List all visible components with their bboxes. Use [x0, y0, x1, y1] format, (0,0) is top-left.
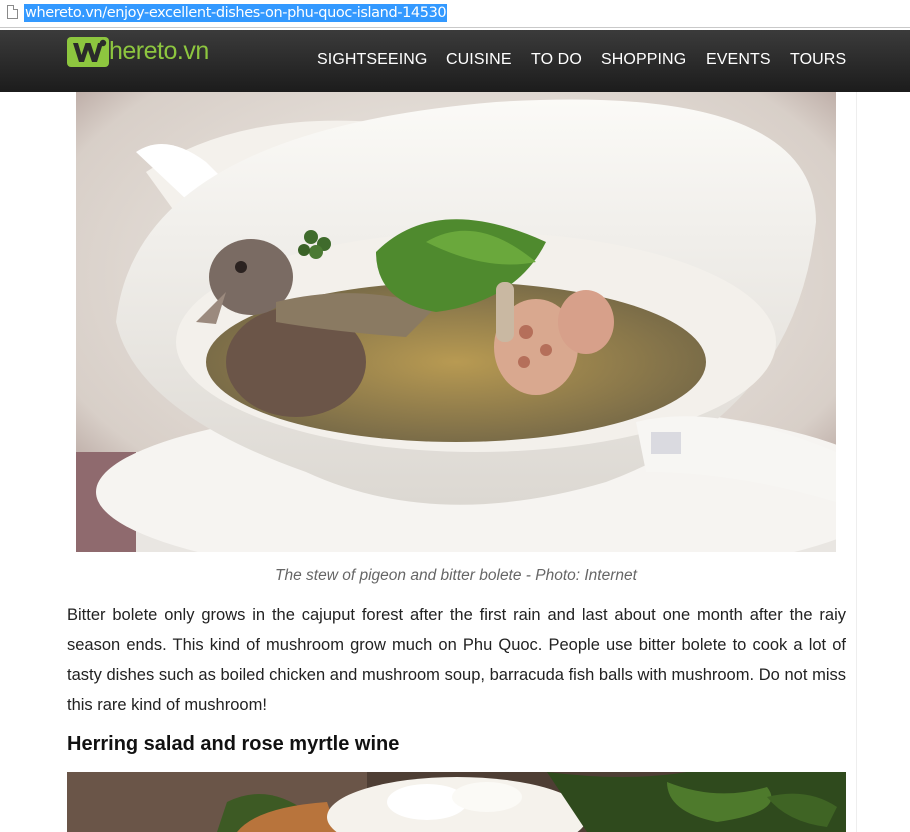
logo-mark	[67, 37, 109, 67]
nav-item-tours[interactable]: TOURS	[790, 51, 846, 69]
nav-item-events[interactable]: EVENTS	[706, 51, 771, 69]
site-header: hereto.vn SIGHTSEEING CUISINE TO DO SHOP…	[0, 30, 910, 92]
url-text[interactable]: whereto.vn/enjoy-excellent-dishes-on-phu…	[24, 4, 448, 22]
nav-item-shopping[interactable]: SHOPPING	[601, 51, 686, 69]
logo-text: hereto.vn	[109, 37, 209, 65]
nav-item-cuisine[interactable]: CUISINE	[446, 51, 512, 69]
content-border	[856, 92, 857, 832]
document-icon	[7, 5, 18, 19]
nav-item-to-do[interactable]: TO DO	[531, 51, 582, 69]
article-photo-herring-salad	[67, 772, 846, 832]
section-heading: Herring salad and rose myrtle wine	[67, 733, 400, 755]
nav-item-sightseeing[interactable]: SIGHTSEEING	[317, 51, 427, 69]
article-photo-pigeon-stew	[76, 92, 836, 552]
address-bar[interactable]: whereto.vn/enjoy-excellent-dishes-on-phu…	[0, 0, 910, 28]
photo-caption: The stew of pigeon and bitter bolete - P…	[275, 567, 637, 584]
article-paragraph: Bitter bolete only grows in the cajuput …	[67, 606, 846, 714]
